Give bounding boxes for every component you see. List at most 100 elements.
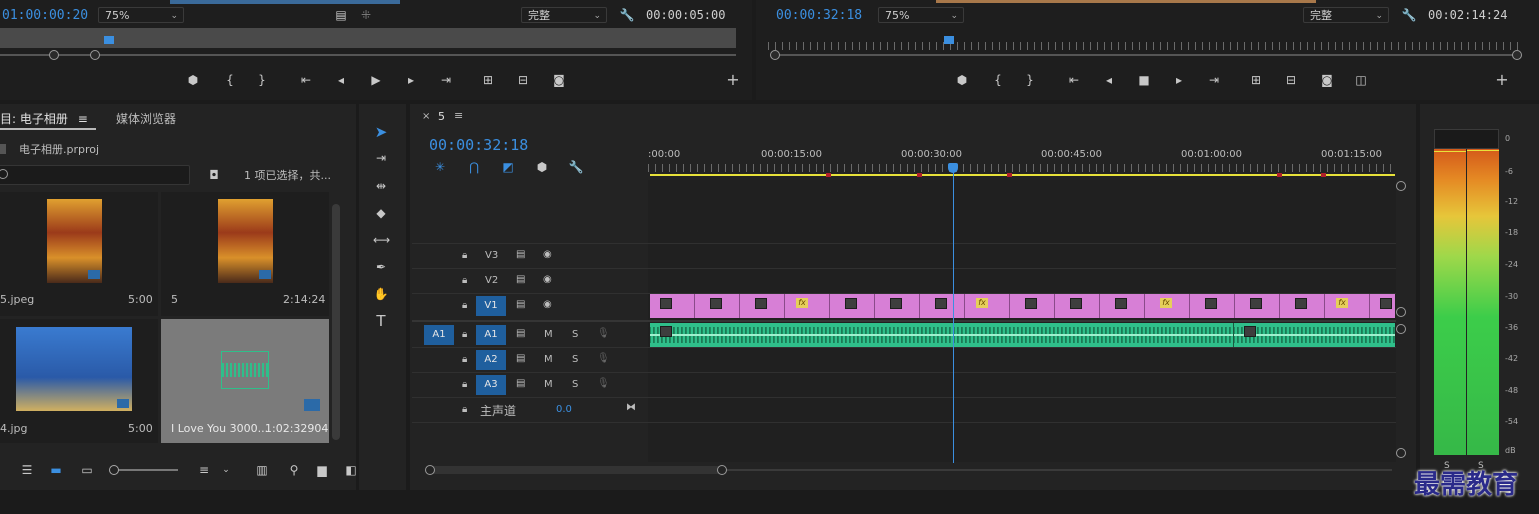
go-to-end-icon[interactable]: ⧓ <box>626 402 636 413</box>
stop-icon[interactable]: ■ <box>1136 72 1152 88</box>
selection-tool-icon[interactable]: ➤ <box>373 124 389 140</box>
eye-icon[interactable]: ◉ <box>543 249 552 260</box>
vscroll-handle[interactable] <box>1396 324 1406 334</box>
go-to-out-icon[interactable]: ⇥ <box>1206 72 1222 88</box>
lock-icon[interactable]: 🔒︎ <box>462 329 467 340</box>
linked-selection-icon[interactable]: ◩ <box>500 159 516 175</box>
program-time-ruler[interactable] <box>768 42 1518 50</box>
go-to-in-icon[interactable]: ⇤ <box>298 72 314 88</box>
step-back-icon[interactable]: ◂ <box>333 72 349 88</box>
slip-tool-icon[interactable]: ⟷ <box>373 232 390 248</box>
tab-project[interactable]: 目: 电子相册 ≡ <box>0 110 88 127</box>
project-item[interactable]: 4.jpg 5:00 <box>0 319 158 443</box>
track-target-a2[interactable]: A2 <box>476 350 506 370</box>
project-item-selected[interactable]: I Love You 3000... 1:02:32904 <box>161 319 329 443</box>
menu-icon[interactable]: ≡ <box>78 112 88 126</box>
mark-out-icon[interactable]: } <box>1022 72 1038 88</box>
lock-icon[interactable]: 🔒︎ <box>462 379 467 390</box>
add-button-icon[interactable]: + <box>1494 72 1510 88</box>
track-target-a3[interactable]: A3 <box>476 375 506 395</box>
zoom-handle-left[interactable] <box>770 50 780 60</box>
a1-audio-clip[interactable] <box>650 323 1395 347</box>
vscroll-handle[interactable] <box>1396 307 1406 317</box>
mark-in-icon[interactable]: { <box>990 72 1006 88</box>
zoom-handle-left[interactable] <box>49 50 59 60</box>
snap-icon[interactable]: ⋂ <box>466 159 482 175</box>
timeline-hscroll-thumb[interactable] <box>430 466 722 474</box>
zoom-handle-right[interactable] <box>1512 50 1522 60</box>
source-playhead[interactable] <box>104 36 114 44</box>
tab-sequence[interactable]: 5 <box>438 110 445 123</box>
add-marker-icon[interactable]: ⬢ <box>185 72 201 88</box>
close-tab-icon[interactable]: × <box>422 111 430 122</box>
overwrite-icon[interactable]: ⊟ <box>515 72 531 88</box>
nest-icon[interactable]: ✳ <box>432 159 448 175</box>
list-view-icon[interactable]: ☰ <box>19 462 35 478</box>
project-item[interactable]: 5.jpeg 5:00 <box>0 192 158 316</box>
wrench-icon[interactable]: 🔧 <box>619 7 635 23</box>
new-bin-icon[interactable]: ◘ <box>206 167 222 183</box>
hand-tool-icon[interactable]: ✋ <box>373 286 389 302</box>
source-zoom-select[interactable]: 75% ⌄ <box>98 7 184 23</box>
mute-button[interactable]: M <box>544 329 553 340</box>
razor-tool-icon[interactable]: ◆ <box>373 205 389 221</box>
vscroll-handle[interactable] <box>1396 181 1406 191</box>
solo-button[interactable]: S <box>572 354 578 365</box>
play-icon[interactable]: ▶ <box>368 72 384 88</box>
source-quality-select[interactable]: 完整 ⌄ <box>521 7 607 23</box>
lock-icon[interactable]: 🔒︎ <box>462 404 467 415</box>
zoom-handle-left[interactable] <box>425 465 435 475</box>
step-back-icon[interactable]: ◂ <box>1101 72 1117 88</box>
mute-button[interactable]: M <box>544 379 553 390</box>
master-volume[interactable]: 0.0 <box>556 404 572 415</box>
program-playhead[interactable] <box>944 36 954 44</box>
microphone-icon[interactable]: 🎙︎ <box>597 353 610 364</box>
new-folder-icon[interactable]: ▆ <box>314 462 330 478</box>
track-select-tool-icon[interactable]: ⇥ <box>373 150 389 166</box>
program-zoom-bar[interactable] <box>776 54 1516 56</box>
lock-icon[interactable]: 🔒︎ <box>462 275 467 286</box>
sync-icon[interactable]: ▤ <box>516 274 525 285</box>
zoom-slider-handle[interactable] <box>109 465 119 475</box>
step-forward-icon[interactable]: ▸ <box>403 72 419 88</box>
timeline-ruler[interactable] <box>648 164 1396 172</box>
solo-button[interactable]: S <box>572 379 578 390</box>
find-icon[interactable]: ⚲ <box>286 462 302 478</box>
source-patch-a1[interactable]: A1 <box>424 325 454 345</box>
lock-icon[interactable]: 🔒︎ <box>462 250 467 261</box>
new-item-icon[interactable]: ◧ <box>343 462 359 478</box>
menu-icon[interactable]: ≡ <box>454 109 463 122</box>
mark-out-icon[interactable]: } <box>254 72 270 88</box>
zoom-handle-right[interactable] <box>90 50 100 60</box>
program-zoom-select[interactable]: 75% ⌄ <box>878 7 964 23</box>
program-quality-select[interactable]: 完整 ⌄ <box>1303 7 1389 23</box>
solo-button[interactable]: S <box>572 329 578 340</box>
project-item[interactable]: 5 2:14:24 <box>161 192 329 316</box>
sync-icon[interactable]: ▤ <box>516 249 525 260</box>
extract-icon[interactable]: ⊟ <box>1283 72 1299 88</box>
pen-tool-icon[interactable]: ✒ <box>373 259 389 275</box>
v1-clips[interactable]: fx fx fx fx <box>650 294 1395 318</box>
program-timecode[interactable]: 00:00:32:18 <box>776 8 862 23</box>
lift-icon[interactable]: ⊞ <box>1248 72 1264 88</box>
add-marker-icon[interactable]: ⬢ <box>534 159 550 175</box>
lock-icon[interactable]: 🔒︎ <box>462 300 467 311</box>
camera-icon[interactable]: ◙ <box>551 72 567 88</box>
sync-icon[interactable]: ▤ <box>516 299 525 310</box>
timeline-playhead-line[interactable] <box>953 172 954 463</box>
scrollbar[interactable] <box>332 204 340 440</box>
eye-icon[interactable]: ◉ <box>543 299 552 310</box>
microphone-icon[interactable]: 🎙︎ <box>597 328 610 339</box>
chevron-down-icon[interactable]: ⌄ <box>218 462 234 478</box>
track-target-v1[interactable]: V1 <box>476 296 506 316</box>
source-timecode[interactable]: 01:00:00:20 <box>2 8 88 23</box>
drag-icon[interactable]: ⁜ <box>358 7 374 23</box>
track-target-a1[interactable]: A1 <box>476 325 506 345</box>
zoom-slider[interactable] <box>112 469 178 471</box>
add-button-icon[interactable]: + <box>725 72 741 88</box>
source-zoom-bar[interactable] <box>0 54 736 56</box>
lock-icon[interactable]: 🔒︎ <box>462 354 467 365</box>
camera-icon[interactable]: ◙ <box>1319 72 1335 88</box>
sync-icon[interactable]: ▤ <box>516 378 525 389</box>
mark-in-icon[interactable]: { <box>222 72 238 88</box>
